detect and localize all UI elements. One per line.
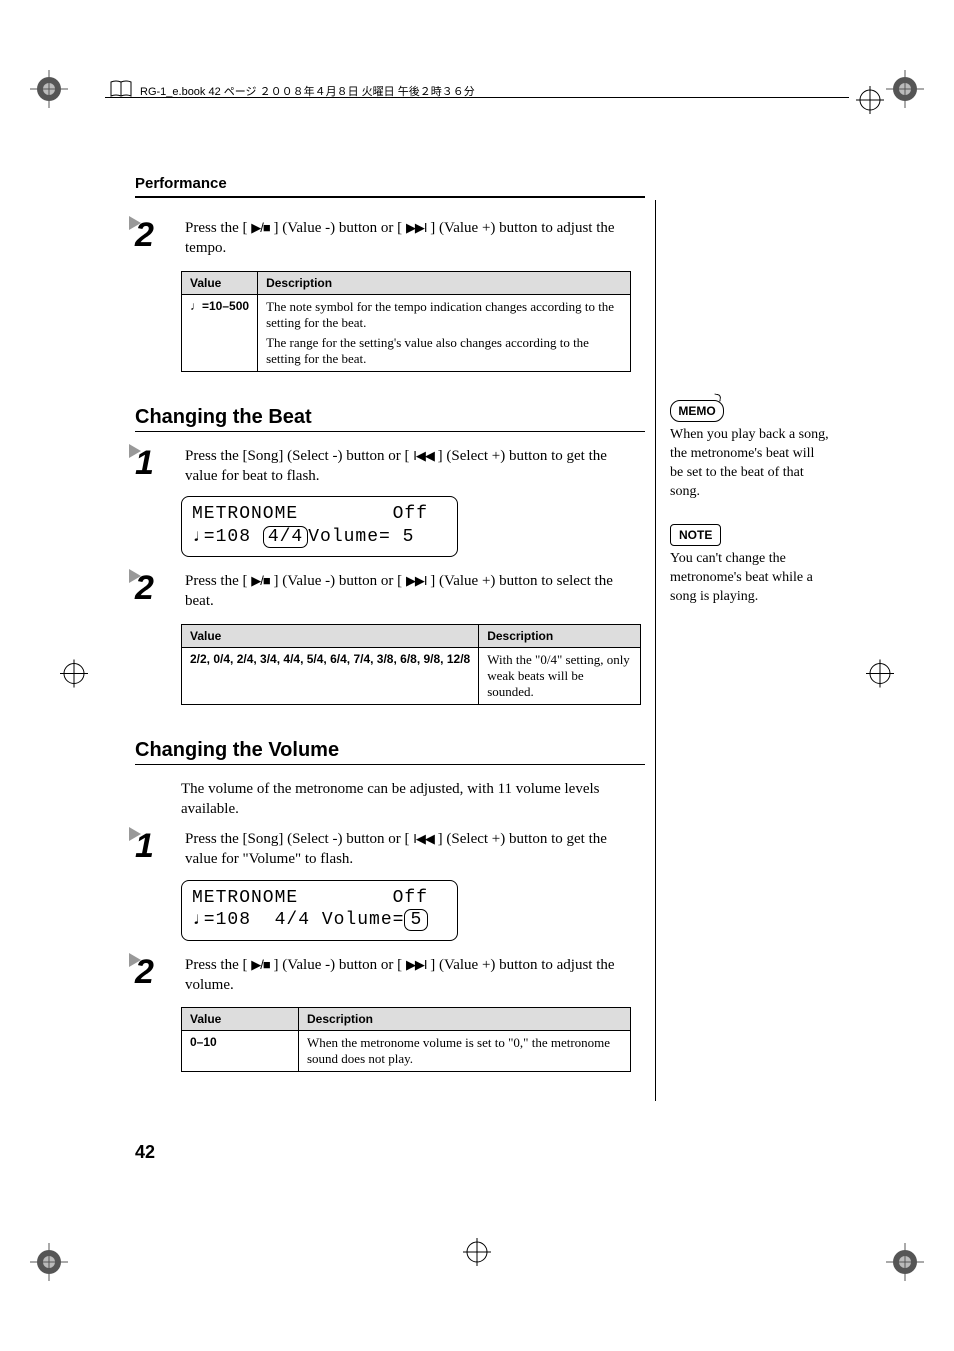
fast-forward-icon: ▶▶I: [406, 573, 427, 588]
page-section-title: Performance: [135, 175, 645, 192]
crop-mark-tl: [30, 70, 68, 108]
table-cell-desc: When the metronome volume is set to "0,"…: [299, 1031, 631, 1072]
text: The note symbol for the tempo indication…: [266, 299, 622, 331]
table-header: Value: [182, 624, 479, 647]
reg-mark-left: [60, 659, 88, 692]
page-number: 42: [135, 1142, 155, 1163]
lcd-display-volume: METRONOME Off ♩=108 4/4 Volume=5: [181, 880, 458, 941]
lcd-display-beat: METRONOME Off ♩=108 4/4Volume= 5: [181, 496, 458, 557]
section-heading-beat: Changing the Beat: [135, 406, 645, 429]
text: Press the [Song] (Select -) button or [: [185, 448, 413, 464]
step-number: 1: [135, 829, 181, 863]
text: Press the [: [185, 220, 251, 236]
section-underline: [135, 764, 645, 765]
value-range: =10–500: [202, 299, 249, 313]
table-header: Description: [258, 271, 631, 294]
lcd-highlighted-value: 5: [404, 909, 428, 931]
volume-value-table: Value Description 0–10 When the metronom…: [181, 1007, 631, 1072]
section-heading-volume: Changing the Volume: [135, 739, 645, 762]
step-number: 2: [135, 955, 181, 989]
lcd-row: METRONOME Off: [192, 887, 447, 910]
table-cell-value: ♩=10–500: [182, 294, 258, 371]
beat-value-table: Value Description 2/2, 0/4, 2/4, 3/4, 4/…: [181, 624, 641, 705]
step-instruction: Press the [Song] (Select -) button or [ …: [185, 829, 635, 870]
text: ♩=108: [192, 527, 263, 547]
step-instruction: Press the [ ▶/■ ] (Value -) button or [ …: [185, 955, 635, 996]
header-divider: [105, 97, 849, 98]
text: The range for the setting's value also c…: [266, 335, 622, 367]
memo-block: MEMO When you play back a song, the metr…: [670, 400, 830, 502]
step-instruction: Press the [ ▶/■ ] (Value -) button or [ …: [185, 218, 635, 259]
section-intro-text: The volume of the metronome can be adjus…: [181, 779, 645, 820]
memo-icon: MEMO: [670, 400, 724, 422]
text: ] (Value -) button or [: [270, 957, 406, 973]
table-cell-desc: The note symbol for the tempo indication…: [258, 294, 631, 371]
reg-mark-bottom: [463, 1238, 491, 1271]
lcd-row: ♩=108 4/4 Volume=5: [192, 909, 447, 932]
tempo-value-table: Value Description ♩=10–500 The note symb…: [181, 271, 631, 372]
fast-forward-icon: ▶▶I: [406, 957, 427, 972]
lcd-row: ♩=108 4/4Volume= 5: [192, 526, 447, 549]
reg-mark-right: [866, 659, 894, 692]
table-header: Value: [182, 271, 258, 294]
rewind-icon: I◀◀: [413, 831, 434, 846]
text: Press the [: [185, 573, 251, 589]
step-number: 2: [135, 218, 181, 252]
memo-text: When you play back a song, the metronome…: [670, 426, 830, 502]
lcd-highlighted-value: 4/4: [263, 526, 308, 548]
note-icon: ♩: [190, 299, 202, 313]
table-header: Description: [299, 1008, 631, 1031]
rewind-icon: I◀◀: [413, 448, 434, 463]
column-divider: [655, 200, 656, 1101]
play-stop-icon: ▶/■: [251, 220, 269, 235]
section-title-rule: [135, 196, 645, 198]
note-icon: NOTE: [670, 524, 721, 546]
reg-mark-top-right: [856, 86, 884, 119]
step-instruction: Press the [ ▶/■ ] (Value -) button or [ …: [185, 571, 635, 612]
step-instruction: Press the [Song] (Select -) button or [ …: [185, 446, 635, 487]
table-cell-value: 0–10: [182, 1031, 299, 1072]
step-number: 1: [135, 446, 181, 480]
text: ♩=108 4/4 Volume=: [192, 910, 404, 930]
table-header: Description: [479, 624, 641, 647]
fast-forward-icon: ▶▶I: [406, 220, 427, 235]
note-text: You can't change the metronome's beat wh…: [670, 550, 830, 607]
book-icon: [110, 80, 132, 103]
play-stop-icon: ▶/■: [251, 957, 269, 972]
text: Press the [: [185, 957, 251, 973]
crop-mark-br: [886, 1243, 924, 1281]
lcd-row: METRONOME Off: [192, 503, 447, 526]
text: Press the [Song] (Select -) button or [: [185, 831, 413, 847]
text: ] (Value -) button or [: [270, 573, 406, 589]
note-block: NOTE You can't change the metronome's be…: [670, 524, 830, 607]
play-stop-icon: ▶/■: [251, 573, 269, 588]
text: Volume= 5: [308, 527, 414, 547]
crop-mark-bl: [30, 1243, 68, 1281]
table-header: Value: [182, 1008, 299, 1031]
table-cell-value: 2/2, 0/4, 2/4, 3/4, 4/4, 5/4, 6/4, 7/4, …: [182, 647, 479, 704]
table-cell-desc: With the "0/4" setting, only weak beats …: [479, 647, 641, 704]
text: ] (Value -) button or [: [270, 220, 406, 236]
section-underline: [135, 431, 645, 432]
step-number: 2: [135, 571, 181, 605]
crop-mark-tr: [886, 70, 924, 108]
